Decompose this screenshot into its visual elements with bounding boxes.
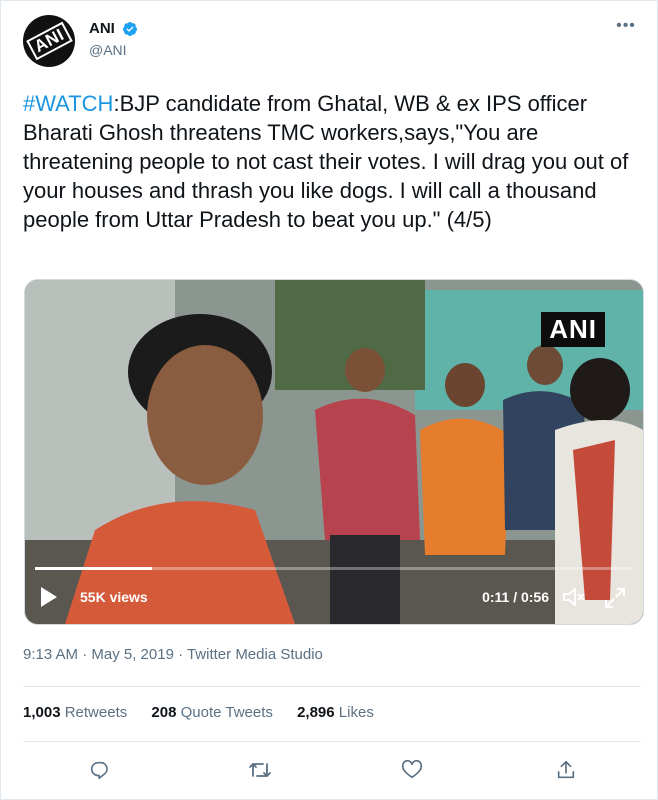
video-progress-bar[interactable] [35, 567, 633, 570]
quote-tweets-count: 208 [151, 704, 177, 721]
more-options-icon[interactable]: ••• [613, 17, 639, 37]
divider [23, 741, 641, 742]
like-icon[interactable] [395, 753, 429, 787]
divider [23, 686, 641, 687]
tweet-timestamp[interactable]: 9:13 AM · May 5, 2019 · Twitter Media St… [23, 646, 323, 663]
video-watermark: ANI [541, 312, 605, 347]
hashtag-link[interactable]: #WATCH [23, 91, 113, 116]
tweet-body: :BJP candidate from Ghatal, WB & ex IPS … [23, 91, 629, 232]
retweets-stat[interactable]: 1,003 Retweets [23, 704, 127, 721]
likes-label: Likes [338, 704, 374, 721]
quote-tweets-stat[interactable]: 208 Quote Tweets [151, 704, 272, 721]
video-controls: 55K views 0:11 / 0:56 [25, 574, 643, 624]
retweets-label: Retweets [64, 704, 128, 721]
video-progress-fill [35, 567, 153, 570]
view-count: 55K views [80, 589, 148, 605]
verified-badge-icon [123, 21, 138, 36]
play-icon[interactable] [41, 587, 57, 607]
quote-tweets-label: Quote Tweets [180, 704, 273, 721]
author-handle[interactable]: @ANI [89, 42, 138, 58]
author-block[interactable]: ANI @ANI [89, 20, 138, 58]
likes-count: 2,896 [297, 704, 335, 721]
author-name[interactable]: ANI [89, 20, 115, 37]
fullscreen-icon[interactable] [603, 586, 627, 610]
muted-speaker-icon[interactable] [561, 586, 587, 608]
video-player[interactable]: ANI 55K views 0:11 / 0:56 [24, 279, 644, 625]
tweet-actions [23, 753, 641, 787]
reply-icon[interactable] [83, 753, 117, 787]
tweet-stats: 1,003 Retweets 208 Quote Tweets 2,896 Li… [23, 704, 394, 721]
tweet-card: ANI ANI @ANI ••• #WATCH:BJP candidate fr… [0, 0, 658, 800]
tweet-header: ANI ANI @ANI ••• [23, 15, 641, 71]
video-time: 0:11 / 0:56 [482, 589, 549, 605]
likes-stat[interactable]: 2,896 Likes [297, 704, 374, 721]
avatar-logo: ANI [25, 21, 73, 61]
retweets-count: 1,003 [23, 704, 61, 721]
retweet-icon[interactable] [243, 753, 277, 787]
avatar[interactable]: ANI [23, 15, 75, 67]
share-icon[interactable] [549, 753, 583, 787]
tweet-text: #WATCH:BJP candidate from Ghatal, WB & e… [23, 89, 635, 234]
